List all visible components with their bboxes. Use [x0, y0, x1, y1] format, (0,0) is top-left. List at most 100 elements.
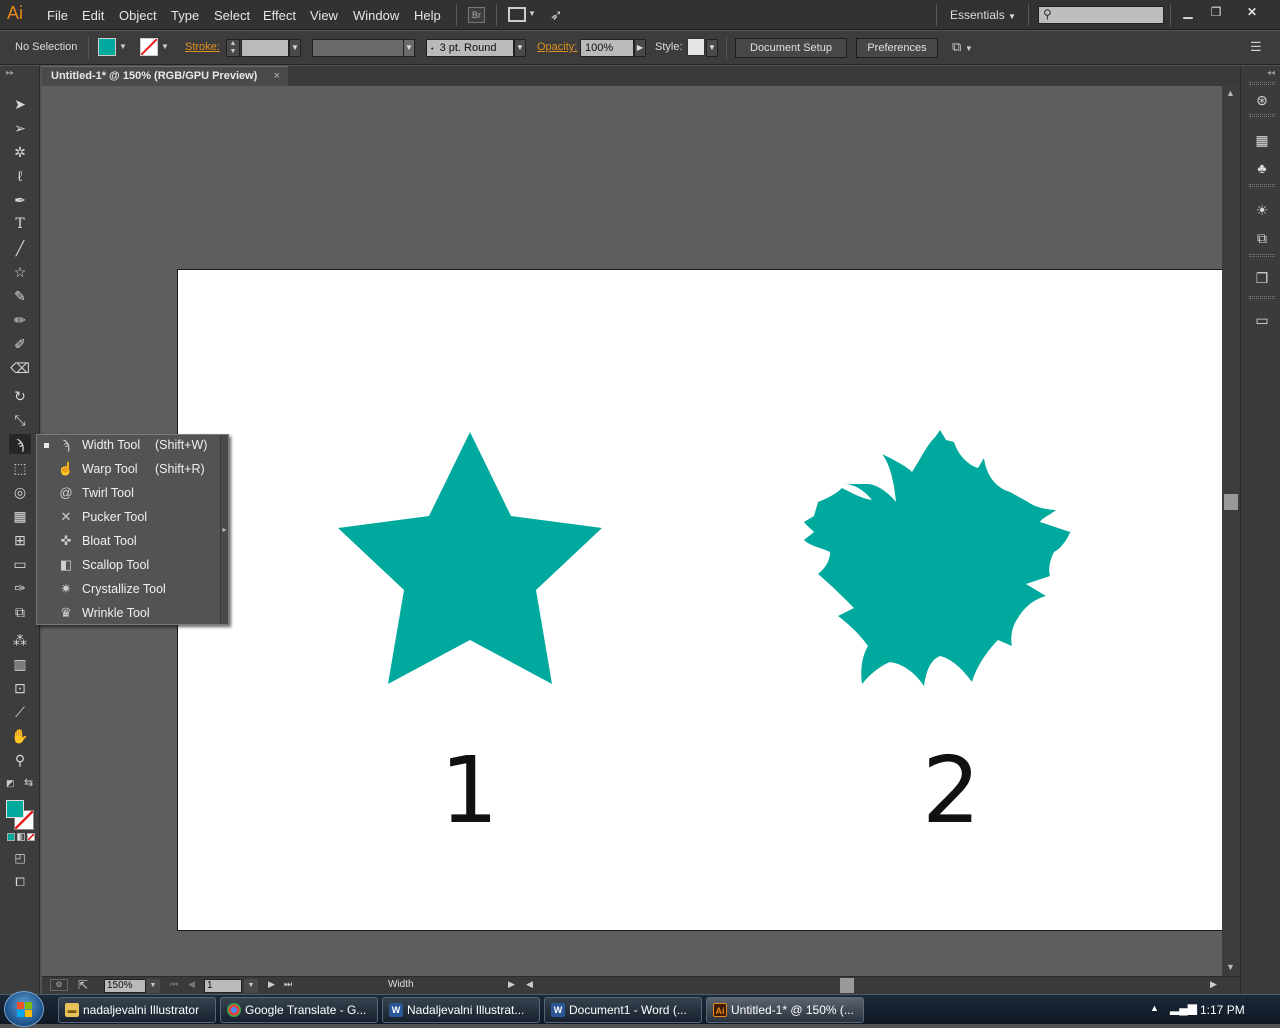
collapse-toolbox-icon[interactable]: ▸▸ — [6, 68, 14, 77]
share-icon[interactable]: ⇱ — [78, 978, 88, 992]
selection-tool-icon[interactable]: ➤ — [9, 94, 31, 114]
menu-view[interactable]: View — [310, 8, 338, 23]
horizontal-scroll-thumb[interactable] — [840, 978, 854, 993]
flyout-item-crystallize-tool[interactable]: ✷ Crystallize Tool — [37, 578, 222, 602]
artboard-dropdown[interactable]: ▼ — [244, 979, 258, 993]
menu-window[interactable]: Window — [353, 8, 399, 23]
flyout-item-warp-tool[interactable]: ☝ Warp Tool (Shift+R) — [37, 458, 222, 482]
hand-tool-icon[interactable]: ✋ — [9, 726, 31, 746]
eraser-tool-icon[interactable]: ⌫ — [9, 358, 31, 378]
prev-artboard-icon[interactable]: ◀ — [188, 979, 195, 990]
zoom-dropdown[interactable]: ▼ — [146, 979, 160, 993]
stroke-weight-field[interactable] — [241, 39, 289, 57]
screen-mode-icon[interactable]: ⧠ — [9, 872, 31, 892]
scroll-left-icon[interactable]: ◀ — [526, 979, 533, 990]
taskbar-item-folder[interactable]: ▬ nadaljevalni Illustrator — [58, 997, 216, 1023]
blob-brush-tool-icon[interactable]: ✐ — [9, 334, 31, 354]
mesh-tool-icon[interactable]: ⊞ — [9, 530, 31, 550]
close-window-button[interactable]: ✕ — [1240, 3, 1264, 21]
flyout-item-pucker-tool[interactable]: ✕ Pucker Tool — [37, 506, 222, 530]
shape-builder-tool-icon[interactable]: ◎ — [9, 482, 31, 502]
style-dropdown[interactable]: ▼ — [706, 39, 718, 57]
star-shape[interactable] — [338, 432, 602, 684]
eyedropper-tool-icon[interactable]: ✑ — [9, 578, 31, 598]
arrange-icon[interactable]: ⧉ ▼ — [952, 39, 973, 55]
gpu-icon[interactable]: ⚙ — [50, 979, 68, 991]
opacity-label[interactable]: Opacity: — [537, 41, 577, 53]
show-hidden-icons[interactable]: ▲ — [1150, 1003, 1159, 1013]
zoom-field[interactable]: 150% — [104, 979, 146, 993]
minimize-button[interactable]: ▁ — [1176, 3, 1200, 21]
scale-tool-icon[interactable]: ⤡ — [9, 410, 31, 430]
start-button[interactable] — [4, 991, 44, 1027]
flyout-item-scallop-tool[interactable]: ◧ Scallop Tool — [37, 554, 222, 578]
draw-mode-icon[interactable]: ◰ — [9, 848, 31, 868]
taskbar-item-word-2[interactable]: W Document1 - Word (... — [544, 997, 702, 1023]
column-graph-tool-icon[interactable]: ▥ — [9, 654, 31, 674]
graphic-style-swatch[interactable] — [687, 38, 705, 56]
menu-type[interactable]: Type — [171, 8, 199, 23]
menu-edit[interactable]: Edit — [82, 8, 104, 23]
document-setup-button[interactable]: Document Setup — [735, 38, 847, 58]
lasso-tool-icon[interactable]: ℓ — [9, 166, 31, 186]
stroke-weight-dropdown[interactable]: ▼ — [289, 39, 301, 57]
help-search-input[interactable]: ⚲ — [1038, 6, 1164, 24]
gradient-mode-icon[interactable] — [17, 833, 25, 841]
perspective-grid-tool-icon[interactable]: ▦ — [9, 506, 31, 526]
width-profile-dropdown[interactable]: ▼ — [403, 39, 415, 57]
flyout-item-bloat-tool[interactable]: ✜ Bloat Tool — [37, 530, 222, 554]
magic-wand-tool-icon[interactable]: ✲ — [9, 142, 31, 162]
free-transform-tool-icon[interactable]: ⬚ — [9, 458, 31, 478]
slice-tool-icon[interactable]: ⟋ — [9, 702, 31, 722]
menu-help[interactable]: Help — [414, 8, 441, 23]
gradient-tool-icon[interactable]: ▭ — [9, 554, 31, 574]
last-artboard-icon[interactable]: ⏭ — [284, 979, 292, 990]
layers-icon[interactable]: ❐ — [1251, 268, 1273, 288]
restore-button[interactable]: ❐ — [1204, 3, 1228, 21]
symbols-icon[interactable]: ♣ — [1251, 158, 1273, 178]
close-tab-icon[interactable]: × — [274, 67, 280, 85]
sync-icon[interactable]: ➶ — [550, 6, 563, 24]
vertical-scrollbar[interactable]: ▲ ▼ — [1222, 86, 1240, 976]
document-tab[interactable]: Untitled-1* @ 150% (RGB/GPU Preview) × — [42, 66, 288, 86]
gradient-panel-icon[interactable]: ▭ — [1251, 310, 1273, 330]
swatches-icon[interactable]: ▦ — [1251, 130, 1273, 150]
star-tool-icon[interactable]: ☆ — [9, 262, 31, 282]
crystallized-star-shape[interactable] — [804, 430, 1072, 686]
status-menu-icon[interactable]: ▶ — [508, 979, 515, 990]
taskbar-item-illustrator[interactable]: Ai Untitled-1* @ 150% (... — [706, 997, 864, 1023]
clock[interactable]: 1:17 PM — [1200, 1003, 1245, 1017]
flyout-item-width-tool[interactable]: ϡ Width Tool (Shift+W) — [37, 434, 222, 458]
taskbar-item-word-1[interactable]: W Nadaljevalni Illustrat... — [382, 997, 540, 1023]
pencil-tool-icon[interactable]: ✏ — [9, 310, 31, 330]
symbol-sprayer-tool-icon[interactable]: ⁂ — [9, 630, 31, 650]
opacity-slider-button[interactable]: ▶ — [634, 39, 646, 57]
next-artboard-icon[interactable]: ▶ — [268, 979, 275, 990]
artboard-number-field[interactable]: 1 — [204, 979, 242, 993]
expand-panels-icon[interactable]: ◂◂ — [1267, 68, 1275, 77]
stroke-label[interactable]: Stroke: — [185, 41, 220, 53]
paintbrush-tool-icon[interactable]: ✎ — [9, 286, 31, 306]
tearoff-bar[interactable]: ▸ — [220, 435, 228, 624]
fill-color-box[interactable] — [6, 800, 24, 818]
scroll-right-icon[interactable]: ▶ — [1210, 979, 1217, 990]
preferences-button[interactable]: Preferences — [856, 38, 938, 58]
menu-select[interactable]: Select — [214, 8, 250, 23]
brush-dropdown[interactable]: ▼ — [514, 39, 526, 57]
rotate-tool-icon[interactable]: ↻ — [9, 386, 31, 406]
zoom-tool-icon[interactable]: ⚲ — [9, 750, 31, 770]
artboard-tool-icon[interactable]: ⊡ — [9, 678, 31, 698]
network-icon[interactable]: ▂▄▆ — [1170, 1001, 1197, 1015]
workspace-switcher[interactable]: Essentials ▼ — [950, 8, 1016, 22]
stroke-weight-stepper[interactable]: ▲ ▼ — [226, 39, 240, 57]
taskbar-item-chrome[interactable]: Google Translate - G... — [220, 997, 378, 1023]
type-tool-icon[interactable]: T — [9, 214, 31, 234]
default-colors-icon[interactable]: ◩ — [6, 778, 15, 789]
blend-tool-icon[interactable]: ⧉ — [9, 602, 31, 622]
width-tool-icon[interactable]: ϡ — [9, 434, 31, 454]
none-mode-icon[interactable] — [27, 833, 35, 841]
direct-selection-tool-icon[interactable]: ➢ — [9, 118, 31, 138]
menu-effect[interactable]: Effect — [263, 8, 296, 23]
menu-file[interactable]: File — [47, 8, 68, 23]
fill-swatch[interactable] — [98, 38, 116, 56]
